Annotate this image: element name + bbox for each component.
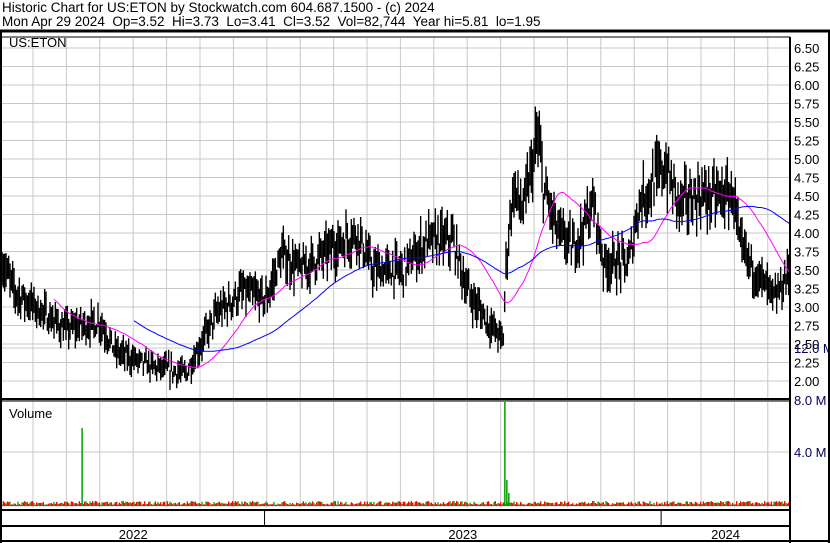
price-tick-label: 3.25	[794, 282, 819, 297]
price-tick-label: 4.00	[794, 226, 819, 241]
year-label: 2024	[711, 527, 740, 542]
chart-frame	[0, 29, 830, 543]
price-tick-label: 5.75	[794, 97, 819, 112]
symbol-label: US:ETON	[9, 35, 67, 50]
price-tick-label: 3.75	[794, 245, 819, 260]
price-tick-label: 4.50	[794, 189, 819, 204]
price-tick-label: 4.25	[794, 208, 819, 223]
stock-chart: US:ETON 6.50 6.25 6.00 5.75 5.50 5.25 5.00 4.75 4…	[0, 29, 830, 543]
volume-tick-label: 12.0 M	[794, 341, 830, 356]
volume-bars	[1, 402, 791, 506]
price-tick-label: 5.25	[794, 134, 819, 149]
price-tick-label: 2.25	[794, 356, 819, 371]
price-tick-label: 4.75	[794, 171, 819, 186]
volume-tick-label: 4.0 M	[794, 445, 827, 460]
price-tick-label: 6.25	[794, 60, 819, 75]
price-tick-label: 5.50	[794, 115, 819, 130]
year-label: 2022	[119, 527, 148, 542]
price-tick-label: 3.50	[794, 263, 819, 278]
volume-label: Volume	[9, 406, 52, 421]
price-tick-label: 2.75	[794, 319, 819, 334]
price-tick-label: 6.00	[794, 78, 819, 93]
volume-tick-label: 8.0 M	[794, 393, 827, 408]
price-bars	[1, 106, 791, 390]
year-label: 2023	[448, 527, 477, 542]
price-tick-label: 2.00	[794, 374, 819, 389]
price-tick-label: 6.50	[794, 41, 819, 56]
price-tick-label: 3.00	[794, 300, 819, 315]
price-tick-label: 5.00	[794, 152, 819, 167]
